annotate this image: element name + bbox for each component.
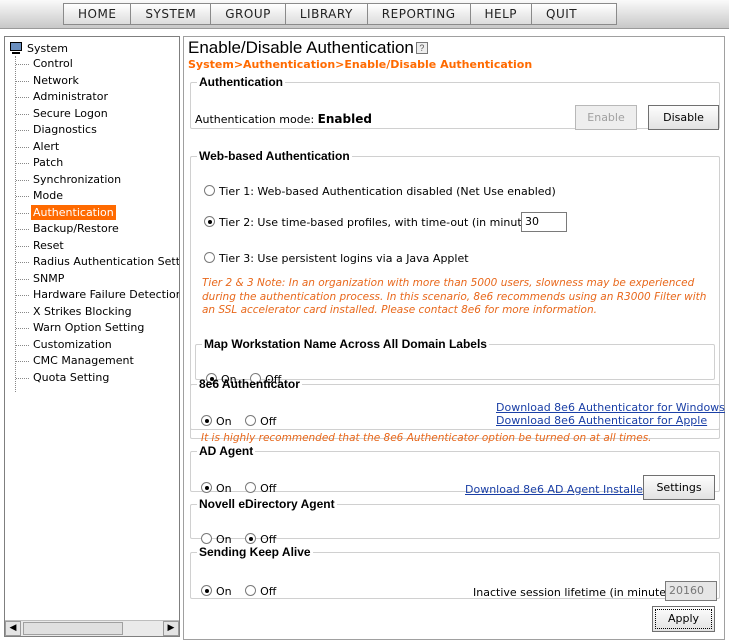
tier2-radio[interactable]	[204, 216, 215, 227]
authentication-section: Authentication Authentication mode: Enab…	[190, 75, 720, 130]
keep-alive-legend: Sending Keep Alive	[199, 545, 311, 559]
tier1-radio[interactable]	[204, 185, 215, 196]
tree-item-diagnostics[interactable]: Diagnostics	[5, 122, 179, 139]
keep-alive-off-radio[interactable]	[245, 585, 257, 596]
ad-agent-off-radio[interactable]	[245, 482, 257, 493]
tree-item-x-strikes-blocking[interactable]: X Strikes Blocking	[5, 304, 179, 321]
keep-alive-section: Sending Keep Alive On Off Inactive sessi…	[190, 545, 720, 601]
scroll-left-icon[interactable]: ◀	[5, 621, 21, 636]
download-ad-agent-link[interactable]: Download 8e6 AD Agent Installer	[465, 483, 647, 496]
tree-item-backup-restore[interactable]: Backup/Restore	[5, 221, 179, 238]
tier1-option[interactable]: Tier 1: Web-based Authentication disable…	[204, 185, 556, 198]
authenticator-radios: On Off	[201, 415, 276, 428]
breadcrumb: System>Authentication>Enable/Disable Aut…	[188, 58, 533, 71]
page-title: Enable/Disable Authentication?	[188, 38, 428, 58]
map-workstation-section: Map Workstation Name Across All Domain L…	[195, 337, 715, 386]
disable-button[interactable]: Disable	[648, 105, 719, 130]
keep-alive-radios: On Off	[201, 585, 276, 598]
ad-agent-on-radio[interactable]	[201, 482, 212, 493]
tree-item-radius-authentication-setting[interactable]: Radius Authentication Setting	[5, 254, 179, 271]
session-lifetime-input[interactable]: 20160	[665, 581, 717, 601]
menu-group: HOME SYSTEM GROUP LIBRARY REPORTING HELP…	[63, 3, 618, 25]
help-icon[interactable]: ?	[415, 42, 428, 54]
tree-item-patch[interactable]: Patch	[5, 155, 179, 172]
download-authenticator-windows-link[interactable]: Download 8e6 Authenticator for Windows	[496, 401, 725, 414]
novell-on-radio[interactable]	[201, 533, 212, 544]
tree-item-alert[interactable]: Alert	[5, 139, 179, 156]
auth-mode-value: Enabled	[317, 112, 372, 126]
ad-agent-radios: On Off	[201, 482, 276, 495]
menu-quit[interactable]: QUIT	[532, 4, 616, 24]
menu-home[interactable]: HOME	[64, 4, 132, 24]
tier3-option[interactable]: Tier 3: Use persistent logins via a Java…	[204, 252, 469, 265]
tier3-radio[interactable]	[204, 252, 215, 263]
tree-item-customization[interactable]: Customization	[5, 337, 179, 354]
horizontal-scrollbar[interactable]: ◀ ▶	[5, 620, 179, 636]
tree-item-mode[interactable]: Mode	[5, 188, 179, 205]
tree-item-administrator[interactable]: Administrator	[5, 89, 179, 106]
scrollbar-thumb[interactable]	[23, 622, 123, 635]
tree-item-snmp[interactable]: SNMP	[5, 271, 179, 288]
tree-item-synchronization[interactable]: Synchronization	[5, 172, 179, 189]
auth-mode-label: Authentication mode:	[195, 113, 315, 126]
download-authenticator-apple-link[interactable]: Download 8e6 Authenticator for Apple	[496, 414, 707, 427]
menu-help[interactable]: HELP	[471, 4, 533, 24]
tree-item-hardware-failure-detection[interactable]: Hardware Failure Detection	[5, 287, 179, 304]
navigation-tree: System Control Network Administrator Sec…	[4, 36, 180, 637]
keep-alive-on-radio[interactable]	[201, 585, 212, 596]
ad-agent-section: AD Agent On Off Download 8e6 AD Agent In…	[190, 444, 720, 500]
authenticator-off-radio[interactable]	[245, 415, 257, 426]
tree-item-cmc-management[interactable]: CMC Management	[5, 353, 179, 370]
main-content: Enable/Disable Authentication? System>Au…	[183, 36, 725, 640]
web-auth-note: Tier 2 & 3 Note: In an organization with…	[202, 277, 707, 316]
enable-button[interactable]: Enable	[575, 105, 637, 130]
computer-icon	[9, 41, 23, 55]
tree-root-system[interactable]: System	[9, 40, 68, 56]
top-menu-bar: HOME SYSTEM GROUP LIBRARY REPORTING HELP…	[0, 0, 729, 29]
tier2-timeout-input[interactable]: 30	[521, 212, 567, 232]
authenticator-section: 8e6 Authenticator On Off Download 8e6 Au…	[190, 377, 725, 444]
menu-group-item[interactable]: GROUP	[211, 4, 286, 24]
authentication-legend: Authentication	[199, 75, 283, 89]
tree-item-network[interactable]: Network	[5, 73, 179, 90]
tree-item-reset[interactable]: Reset	[5, 238, 179, 255]
tree-root-label: System	[27, 41, 69, 55]
tree-item-quota-setting[interactable]: Quota Setting	[5, 370, 179, 387]
novell-off-radio[interactable]	[245, 533, 257, 544]
tree-item-authentication[interactable]: Authentication	[5, 204, 179, 222]
apply-button[interactable]: Apply	[652, 606, 715, 632]
map-workstation-legend: Map Workstation Name Across All Domain L…	[204, 337, 487, 351]
scroll-right-icon[interactable]: ▶	[163, 621, 179, 636]
auth-mode-text: Authentication mode: Enabled	[195, 112, 372, 126]
menu-library[interactable]: LIBRARY	[286, 4, 368, 24]
tree-items: Control Network Administrator Secure Log…	[5, 56, 179, 392]
novell-section: Novell eDirectory Agent On Off	[190, 497, 720, 546]
authenticator-legend: 8e6 Authenticator	[199, 377, 300, 391]
tree-item-warn-option-setting[interactable]: Warn Option Setting	[5, 320, 179, 337]
tree-item-control[interactable]: Control	[5, 56, 179, 73]
authenticator-on-radio[interactable]	[201, 415, 212, 426]
novell-legend: Novell eDirectory Agent	[199, 497, 335, 511]
ad-agent-legend: AD Agent	[199, 444, 254, 458]
web-auth-legend: Web-based Authentication	[199, 149, 350, 163]
menu-reporting[interactable]: REPORTING	[368, 4, 471, 24]
menu-system[interactable]: SYSTEM	[131, 4, 212, 24]
session-lifetime-label: Inactive session lifetime (in minutes):	[473, 586, 680, 599]
tree-item-secure-logon[interactable]: Secure Logon	[5, 106, 179, 123]
tier2-option[interactable]: Tier 2: Use time-based profiles, with ti…	[204, 216, 542, 229]
